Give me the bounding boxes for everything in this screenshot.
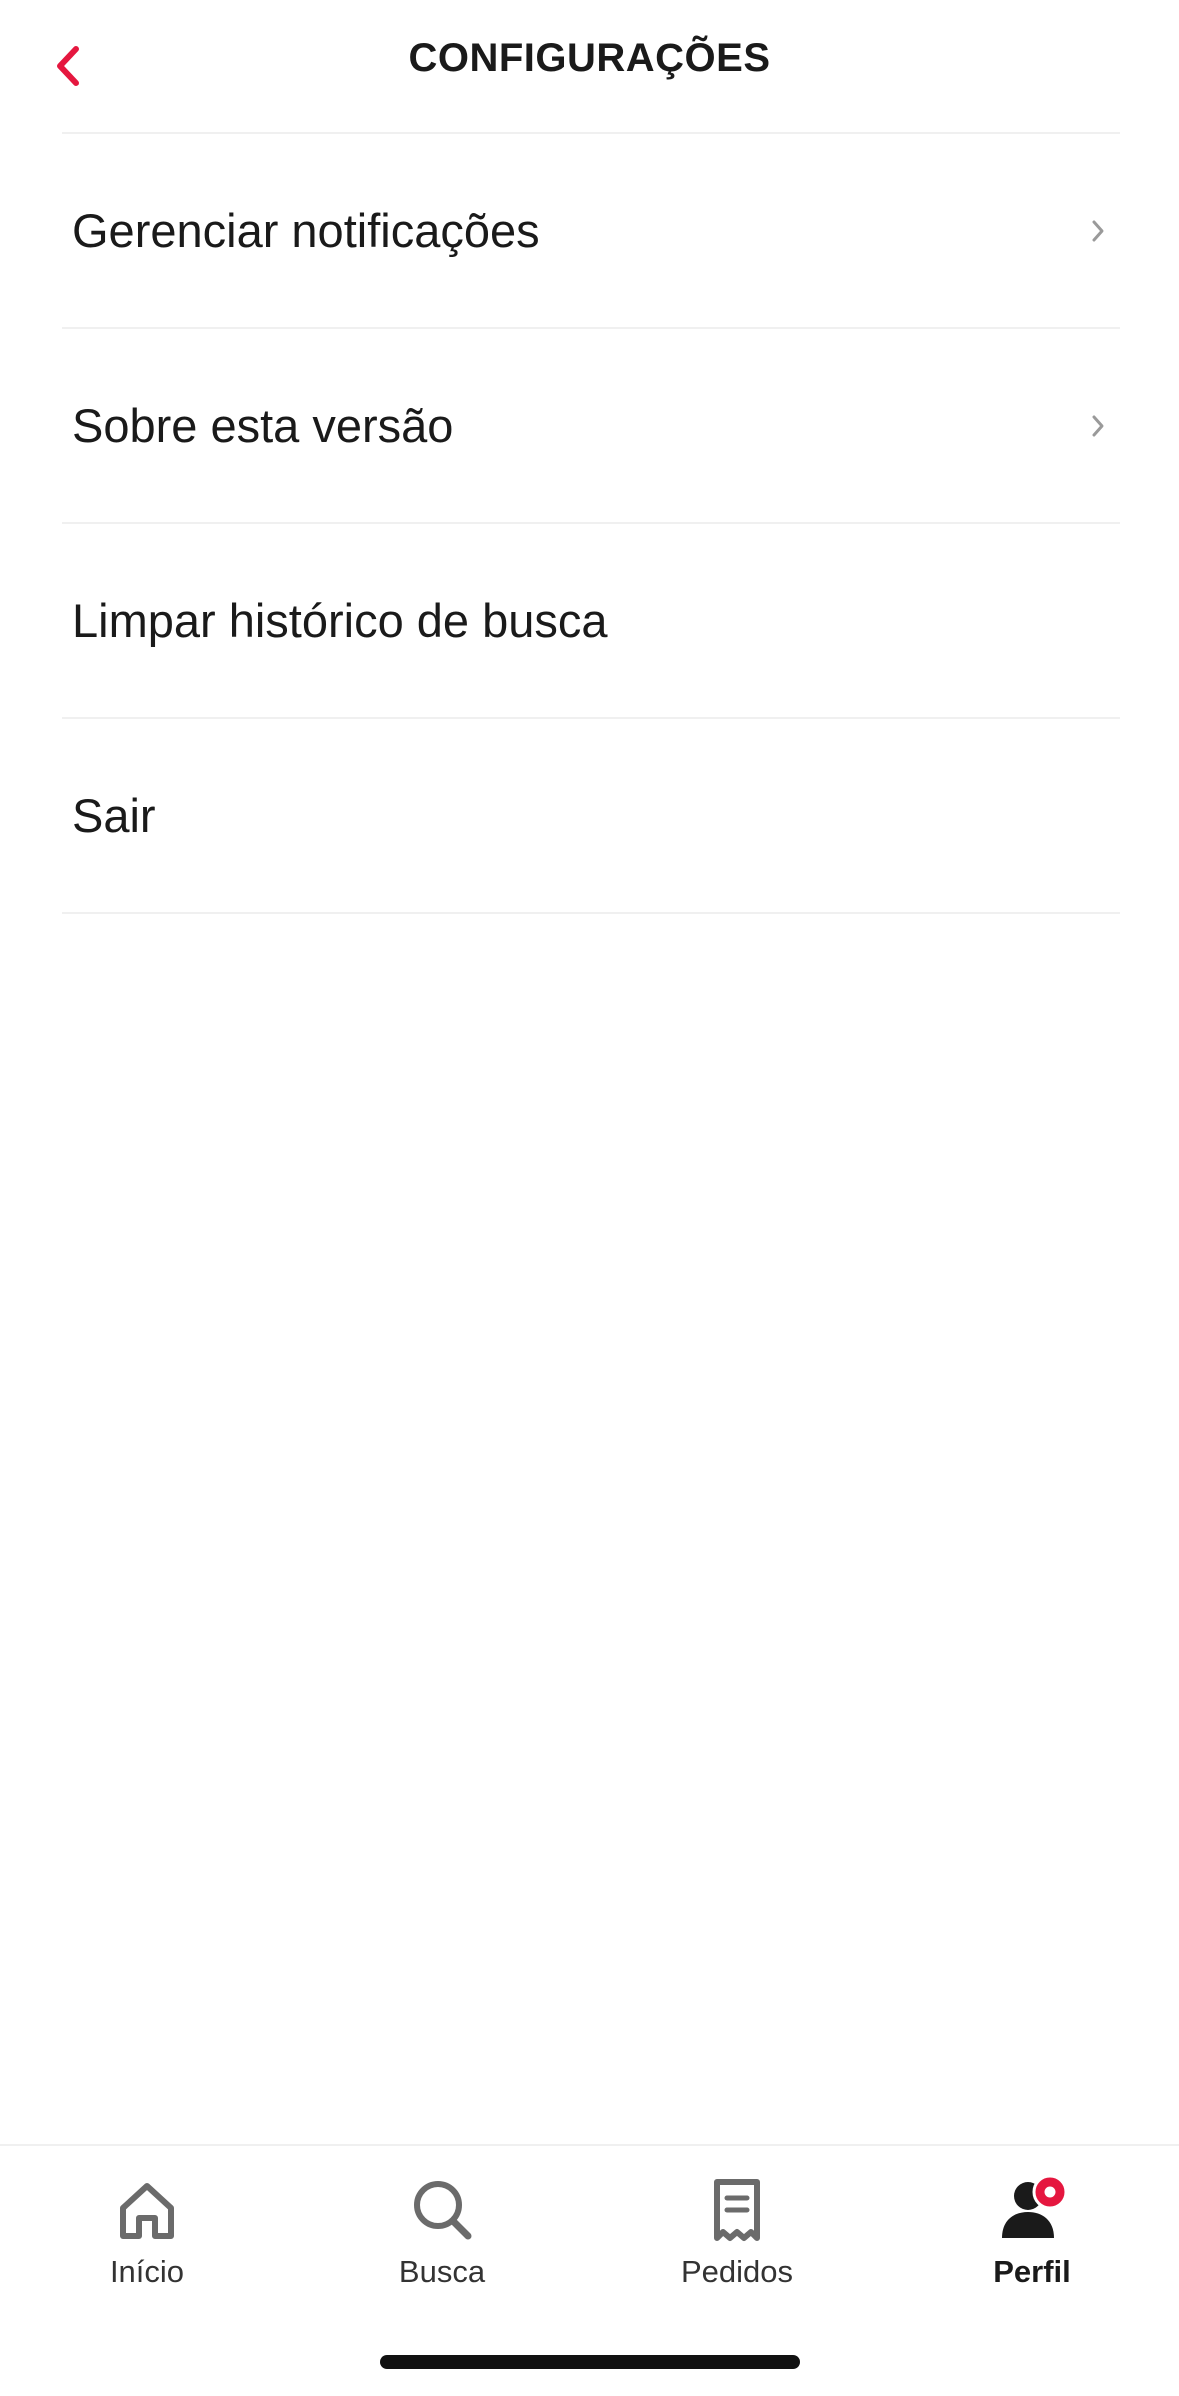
tab-inicio[interactable]: Início xyxy=(47,2174,247,2304)
tab-pedidos[interactable]: Pedidos xyxy=(637,2174,837,2304)
menu-item-label: Gerenciar notificações xyxy=(72,204,540,257)
tab-perfil[interactable]: Perfil xyxy=(932,2174,1132,2304)
menu-item-label: Sobre esta versão xyxy=(72,399,454,452)
tab-label: Perfil xyxy=(993,2254,1071,2289)
menu-item-manage-notifications[interactable]: Gerenciar notificações xyxy=(62,134,1120,329)
home-icon xyxy=(120,2183,174,2239)
tab-label: Busca xyxy=(398,2254,486,2289)
tab-busca[interactable]: Busca xyxy=(342,2174,542,2304)
chevron-right-icon xyxy=(1092,415,1104,436)
tab-label: Pedidos xyxy=(680,2254,794,2289)
tab-label: Início xyxy=(109,2254,185,2289)
menu-item-about-version[interactable]: Sobre esta versão xyxy=(62,329,1120,524)
menu-item-label: Limpar histórico de busca xyxy=(72,594,608,647)
menu-item-label: Sair xyxy=(72,789,156,842)
receipt-icon xyxy=(714,2179,760,2241)
home-indicator[interactable] xyxy=(380,2355,800,2369)
menu-item-clear-search-history[interactable]: Limpar histórico de busca xyxy=(62,524,1120,719)
header: CONFIGURAÇÕES xyxy=(0,0,1179,132)
menu-item-logout[interactable]: Sair xyxy=(62,719,1120,914)
page-title: CONFIGURAÇÕES xyxy=(408,36,771,80)
chevron-right-icon xyxy=(1092,220,1104,241)
profile-icon xyxy=(1002,2174,1068,2238)
settings-menu: Gerenciar notificações Sobre esta versão… xyxy=(62,134,1120,914)
settings-screen: CONFIGURAÇÕES Gerenciar notificações Sob… xyxy=(0,0,1179,2396)
search-icon xyxy=(414,2181,472,2240)
